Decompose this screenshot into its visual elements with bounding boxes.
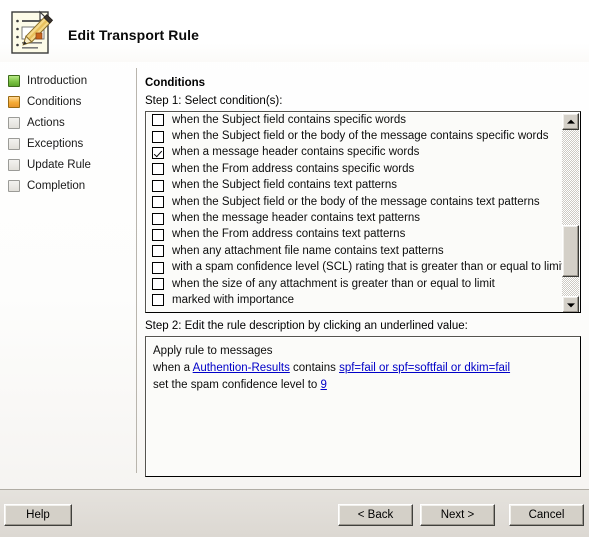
condition-checkbox-checked[interactable] bbox=[152, 146, 164, 159]
status-square-green-icon bbox=[8, 75, 20, 87]
back-button[interactable]: < Back bbox=[338, 504, 413, 526]
section-heading: Conditions bbox=[145, 77, 206, 89]
condition-label: when the Subject field or the body of th… bbox=[172, 130, 549, 143]
condition-row[interactable]: when the From address contains text patt… bbox=[146, 227, 564, 243]
condition-row[interactable]: when the Subject field contains specific… bbox=[146, 112, 564, 128]
vertical-scrollbar[interactable] bbox=[562, 113, 579, 312]
sidebar-divider bbox=[136, 68, 137, 473]
scrollbar-thumb[interactable] bbox=[562, 225, 579, 277]
header-name-link[interactable]: Authention-Results bbox=[193, 362, 290, 374]
condition-label: when the From address contains specific … bbox=[172, 162, 415, 175]
sidebar-item-label: Exceptions bbox=[27, 138, 84, 150]
condition-label: when a message header contains specific … bbox=[172, 146, 420, 159]
header-values-link[interactable]: spf=fail or spf=softfail or dkim=fail bbox=[339, 362, 510, 374]
condition-row[interactable]: when the Subject field contains text pat… bbox=[146, 178, 564, 194]
status-square-orange-icon bbox=[8, 96, 20, 108]
condition-checkbox[interactable] bbox=[152, 196, 164, 209]
sidebar-item-label: Conditions bbox=[27, 96, 82, 108]
cancel-button[interactable]: Cancel bbox=[509, 504, 584, 526]
sidebar-item-label: Actions bbox=[27, 117, 65, 129]
status-square-gray-icon bbox=[8, 117, 20, 129]
scroll-up-button[interactable] bbox=[562, 113, 579, 130]
condition-row[interactable]: when the size of any attachment is great… bbox=[146, 276, 564, 292]
condition-row[interactable]: when the Subject field or the body of th… bbox=[146, 128, 564, 144]
chevron-up-icon bbox=[566, 119, 575, 124]
status-square-gray-icon bbox=[8, 180, 20, 192]
rule-description-box[interactable]: Apply rule to messages when a Authention… bbox=[145, 336, 581, 477]
condition-checkbox[interactable] bbox=[152, 163, 164, 176]
scl-value-link[interactable]: 9 bbox=[321, 379, 327, 391]
edit-transport-rule-wizard: Edit Transport Rule Introduction Conditi… bbox=[0, 0, 589, 537]
condition-label: marked with importance bbox=[172, 293, 295, 306]
condition-checkbox[interactable] bbox=[152, 179, 164, 192]
condition-row[interactable]: when the From address contains specific … bbox=[146, 161, 564, 177]
sidebar-item-completion[interactable]: Completion bbox=[8, 177, 85, 195]
scroll-down-button[interactable] bbox=[562, 296, 579, 312]
chevron-down-icon bbox=[566, 302, 575, 307]
condition-label: when the size of any attachment is great… bbox=[172, 277, 495, 290]
description-line-3: set the spam confidence level to 9 bbox=[153, 377, 573, 394]
page-title: Edit Transport Rule bbox=[68, 27, 200, 43]
condition-label: when the Subject field or the body of th… bbox=[172, 195, 540, 208]
sidebar-item-label: Introduction bbox=[27, 75, 88, 87]
condition-label: with a spam confidence level (SCL) ratin… bbox=[172, 261, 564, 274]
condition-checkbox[interactable] bbox=[152, 114, 164, 127]
description-text: contains bbox=[289, 362, 340, 374]
condition-checkbox[interactable] bbox=[152, 130, 164, 143]
description-line-2: when a Authention-Results contains spf=f… bbox=[153, 360, 573, 377]
description-line-1: Apply rule to messages bbox=[153, 345, 273, 357]
condition-row[interactable]: marked with importance bbox=[146, 292, 564, 308]
edit-rule-document-pencil-icon bbox=[11, 10, 54, 54]
condition-checkbox[interactable] bbox=[152, 228, 164, 241]
next-button[interactable]: Next > bbox=[420, 504, 495, 526]
condition-label: when the From address contains text patt… bbox=[172, 228, 406, 241]
condition-row[interactable]: when the message header contains text pa… bbox=[146, 210, 564, 226]
conditions-list-items: when the Subject field contains specific… bbox=[146, 112, 564, 312]
sidebar-item-label: Completion bbox=[27, 180, 86, 192]
condition-row[interactable]: when a message header contains specific … bbox=[146, 145, 564, 161]
condition-checkbox[interactable] bbox=[152, 278, 164, 291]
status-square-gray-icon bbox=[8, 138, 20, 150]
condition-row[interactable]: when the Subject field or the body of th… bbox=[146, 194, 564, 210]
condition-checkbox[interactable] bbox=[152, 212, 164, 225]
description-text: when a bbox=[153, 362, 193, 374]
sidebar-item-conditions[interactable]: Conditions bbox=[8, 93, 81, 111]
step1-label: Step 1: Select condition(s): bbox=[145, 95, 283, 107]
condition-label: when the Subject field contains text pat… bbox=[172, 179, 398, 192]
sidebar-item-introduction[interactable]: Introduction bbox=[8, 72, 87, 90]
condition-checkbox[interactable] bbox=[152, 261, 164, 274]
condition-row[interactable]: when any attachment file name contains t… bbox=[146, 243, 564, 259]
sidebar-item-label: Update Rule bbox=[27, 159, 91, 171]
condition-checkbox[interactable] bbox=[152, 245, 164, 258]
step2-label: Step 2: Edit the rule description by cli… bbox=[145, 320, 468, 332]
sidebar-item-exceptions[interactable]: Exceptions bbox=[8, 135, 83, 153]
conditions-listbox[interactable]: when the Subject field contains specific… bbox=[145, 111, 581, 313]
description-text: set the spam confidence level to bbox=[153, 379, 321, 391]
sidebar-item-actions[interactable]: Actions bbox=[8, 114, 65, 132]
condition-checkbox[interactable] bbox=[152, 294, 164, 307]
condition-label: when any attachment file name contains t… bbox=[172, 244, 444, 257]
condition-row[interactable]: with a spam confidence level (SCL) ratin… bbox=[146, 260, 564, 276]
wizard-header: Edit Transport Rule bbox=[0, 0, 589, 62]
sidebar-item-update-rule[interactable]: Update Rule bbox=[8, 156, 91, 174]
condition-label: when the message header contains text pa… bbox=[172, 212, 421, 225]
condition-label: when the Subject field contains specific… bbox=[172, 113, 406, 126]
help-button[interactable]: Help bbox=[4, 504, 72, 526]
wizard-footer: Help < Back Next > Cancel bbox=[0, 490, 589, 537]
status-square-gray-icon bbox=[8, 159, 20, 171]
wizard-step-nav: Introduction Conditions Actions Exceptio… bbox=[0, 62, 136, 477]
